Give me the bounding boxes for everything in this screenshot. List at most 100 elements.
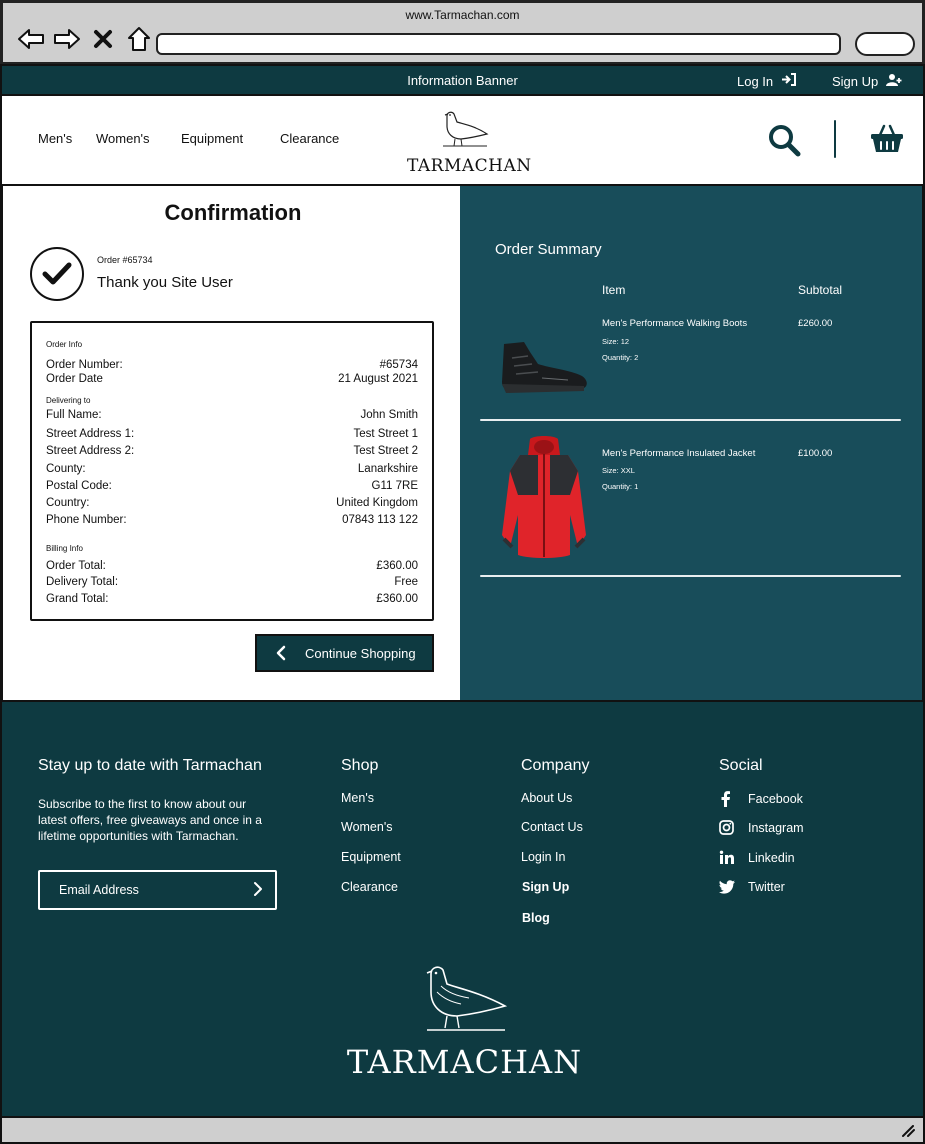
- continue-shopping-button[interactable]: Continue Shopping: [255, 634, 434, 672]
- order-number-row: Order Number: #65734: [46, 359, 418, 371]
- site-logo[interactable]: TARMACHAN: [407, 108, 532, 176]
- social-label: Linkedin: [748, 850, 795, 865]
- delivery-value: Lanarkshire: [357, 463, 418, 475]
- order-summary-title: Order Summary: [495, 241, 602, 258]
- nav-item-mens[interactable]: Men's: [38, 131, 72, 146]
- social-link-instagram[interactable]: Instagram: [719, 820, 804, 835]
- confirmation-panel: Confirmation Order #65734 Thank you Site…: [0, 186, 460, 702]
- brand-name: TARMACHAN: [407, 156, 532, 176]
- item-name: Men's Performance Insulated Jacket: [602, 448, 756, 459]
- delivery-value: John Smith: [360, 409, 418, 421]
- page-title: Confirmation: [164, 200, 302, 225]
- delivery-label: County:: [46, 463, 86, 475]
- browser-search-field[interactable]: [855, 32, 915, 56]
- walking-boots-image: [502, 342, 587, 393]
- delivery-value: 07843 113 122: [342, 514, 418, 526]
- instagram-icon: [719, 820, 748, 835]
- delivery-label: Postal Code:: [46, 480, 112, 492]
- item-divider: [480, 419, 901, 421]
- chevron-right-icon[interactable]: [253, 881, 263, 900]
- delivery-value: Test Street 2: [353, 445, 418, 457]
- footer-link-login[interactable]: Login In: [521, 850, 565, 864]
- billing-value: £360.00: [376, 560, 418, 572]
- delivery-value: Test Street 1: [353, 428, 418, 440]
- social-link-twitter[interactable]: Twitter: [719, 880, 785, 894]
- delivery-row: Postal Code: G11 7RE: [46, 480, 418, 492]
- nav-item-clearance[interactable]: Clearance: [280, 131, 339, 146]
- delivery-row: County: Lanarkshire: [46, 463, 418, 475]
- item-size: Size: XXL: [602, 466, 635, 475]
- close-icon[interactable]: [89, 25, 117, 53]
- header-divider: [834, 120, 836, 158]
- checkmark-icon: [42, 262, 72, 285]
- login-link[interactable]: Log In: [737, 73, 797, 89]
- address-bar[interactable]: [156, 33, 841, 55]
- site-header: Men's Women's Equipment Clearance TARMAC…: [0, 96, 925, 186]
- delivery-value: G11 7RE: [371, 480, 418, 492]
- footer-link-clearance[interactable]: Clearance: [341, 880, 398, 894]
- subtotal-column-header: Subtotal: [798, 283, 843, 297]
- footer-link-womens[interactable]: Women's: [341, 820, 392, 834]
- nav-item-womens[interactable]: Women's: [96, 131, 150, 146]
- delivery-label: Country:: [46, 497, 90, 509]
- delivery-row: Full Name: John Smith: [46, 409, 418, 421]
- billing-value: Free: [394, 576, 418, 588]
- login-icon: [781, 73, 797, 89]
- signup-link[interactable]: Sign Up: [832, 73, 903, 89]
- item-quantity: Quantity: 2: [602, 353, 639, 362]
- social-link-facebook[interactable]: Facebook: [719, 791, 803, 807]
- email-input[interactable]: Email Address: [38, 870, 277, 910]
- grouse-logo-icon: [426, 966, 507, 1031]
- footer-link-about[interactable]: About Us: [521, 791, 572, 805]
- info-banner: Information Banner Log In Sign Up: [0, 64, 925, 96]
- success-badge: [30, 247, 84, 301]
- email-placeholder: Email Address: [59, 883, 139, 897]
- footer-link-mens[interactable]: Men's: [341, 791, 374, 805]
- thank-you-message: Thank you Site User: [97, 274, 233, 291]
- basket-icon[interactable]: [870, 124, 904, 159]
- shop-title: Shop: [341, 757, 379, 774]
- back-arrow-icon[interactable]: [17, 25, 45, 53]
- billing-value: £360.00: [376, 593, 418, 605]
- billing-label: Delivery Total:: [46, 576, 119, 588]
- delivery-label: Street Address 2:: [46, 445, 135, 457]
- delivery-label: Full Name:: [46, 409, 102, 421]
- browser-status-bar: [0, 1116, 925, 1144]
- resize-grip-icon[interactable]: [901, 1124, 915, 1142]
- footer-brand-name: TARMACHAN: [346, 1043, 583, 1081]
- forward-arrow-icon[interactable]: [53, 25, 81, 53]
- nav-item-equipment[interactable]: Equipment: [181, 131, 243, 146]
- browser-nav-buttons: [17, 25, 153, 53]
- order-summary-panel: Order Summary Item Subtotal Men's Perfor…: [460, 186, 925, 700]
- continue-shopping-label: Continue Shopping: [305, 645, 416, 661]
- login-label: Log In: [737, 73, 774, 89]
- order-reference: Order #65734: [97, 255, 153, 265]
- linkedin-icon: [719, 850, 748, 865]
- social-link-linkedin[interactable]: Linkedin: [719, 850, 795, 865]
- insulated-jacket-image: [502, 436, 586, 558]
- order-number-label: Order Number:: [46, 359, 123, 371]
- newsletter-text: Subscribe to the first to know about our…: [38, 797, 262, 843]
- social-label: Instagram: [748, 820, 804, 835]
- footer-link-signup[interactable]: Sign Up: [522, 880, 569, 894]
- footer-link-contact[interactable]: Contact Us: [521, 820, 583, 834]
- footer-logo[interactable]: TARMACHAN: [332, 962, 597, 1081]
- delivery-label: Phone Number:: [46, 514, 127, 526]
- item-subtotal: £100.00: [798, 448, 833, 459]
- item-size: Size: 12: [602, 337, 630, 346]
- billing-heading: Billing Info: [46, 544, 83, 553]
- billing-row: Order Total: £360.00: [46, 560, 418, 572]
- billing-row: Grand Total: £360.00: [46, 593, 418, 605]
- social-label: Facebook: [748, 792, 803, 806]
- item-subtotal: £260.00: [798, 318, 833, 329]
- delivering-heading: Delivering to: [46, 396, 91, 405]
- search-icon[interactable]: [767, 123, 801, 162]
- company-title: Company: [521, 757, 590, 774]
- browser-url: www.Tarmachan.com: [405, 8, 520, 22]
- footer-link-equipment[interactable]: Equipment: [341, 850, 401, 864]
- social-label: Twitter: [748, 880, 785, 894]
- billing-row: Delivery Total: Free: [46, 576, 418, 588]
- delivery-value: United Kingdom: [336, 497, 418, 509]
- home-icon[interactable]: [125, 25, 153, 53]
- footer-link-blog[interactable]: Blog: [522, 911, 550, 925]
